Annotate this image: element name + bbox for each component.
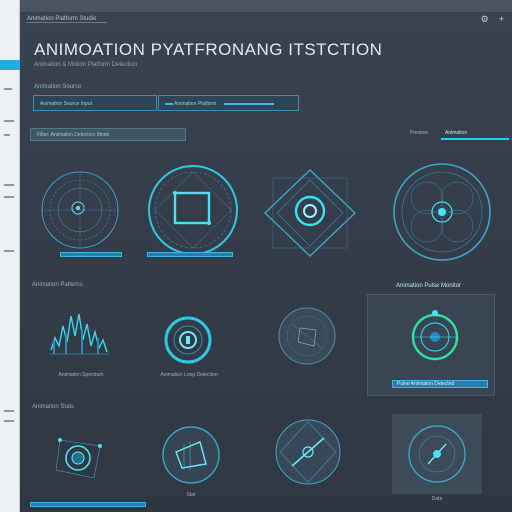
frame-visual[interactable] (270, 414, 346, 490)
browser-tab[interactable]: Animation Platform Studio (27, 15, 107, 23)
hexagonal-motion-card[interactable] (387, 160, 497, 264)
strip-item[interactable] (4, 88, 12, 90)
stat-ring-icon (162, 426, 220, 484)
field-marker (165, 102, 173, 105)
form-section-label: Animation Source (34, 84, 82, 90)
orb-icon (278, 307, 336, 365)
loop-detection-visual[interactable] (162, 314, 214, 366)
section-label-primary: Animation Patterns (32, 282, 83, 288)
network-icon (55, 438, 102, 479)
view-tabs: Preview Animation (400, 128, 510, 144)
stat-caption: Stat (186, 492, 196, 498)
data-caption: Data (431, 496, 443, 502)
circular-motion-icon (41, 171, 119, 249)
compass-icon (275, 419, 341, 485)
filter-bar[interactable]: Filter: Animation Detection Mode (30, 128, 186, 141)
selection-bar[interactable] (60, 252, 122, 257)
window-title-bar (20, 0, 512, 12)
platform-select[interactable]: Animation Platform (158, 95, 299, 111)
data-orb-icon (392, 414, 482, 494)
hexagonal-motion-icon (393, 163, 491, 261)
add-icon[interactable]: + (499, 14, 504, 25)
strip-item[interactable] (4, 120, 14, 122)
section-label-secondary: Animation Stats (32, 404, 75, 410)
strip-item[interactable] (4, 420, 14, 422)
data-visual[interactable] (392, 414, 482, 494)
loop-caption: Animation Loop Detection (160, 372, 218, 378)
strip-item[interactable] (4, 184, 14, 186)
page-subtitle: Animation & Motion Platform Detection (34, 62, 138, 68)
spectrum-icon (49, 313, 109, 355)
source-input[interactable]: Animation Source Input (33, 95, 157, 111)
pulse-panel-header: Animation Pulse Monitor (396, 283, 462, 289)
active-indicator (0, 60, 20, 70)
strip-item[interactable] (4, 410, 14, 412)
loop-target-icon (164, 316, 212, 364)
frame-capture-visual[interactable] (272, 304, 342, 368)
window-controls: ⚙ + (481, 14, 504, 25)
settings-icon[interactable]: ⚙ (481, 14, 489, 25)
tab-animation[interactable]: Animation (441, 128, 509, 140)
page-title: ANIMOATION PYATFRONANG ITSTCTION (34, 40, 383, 59)
browser-side-strip (0, 0, 20, 512)
frame-node-visual[interactable] (50, 430, 106, 486)
square-motion-card[interactable] (143, 160, 243, 260)
timeline-bar[interactable] (30, 502, 146, 507)
stat-visual[interactable] (160, 424, 222, 486)
pulse-status-bar[interactable]: Pulse Animation Detected (392, 380, 488, 388)
strip-item[interactable] (4, 134, 10, 136)
pulse-monitor-visual[interactable] (405, 305, 465, 367)
spectrum-chart[interactable] (45, 306, 113, 362)
focus-target-card[interactable] (255, 166, 365, 260)
strip-item[interactable] (4, 250, 14, 252)
focus-target-icon (263, 169, 357, 257)
field-progress (223, 102, 274, 105)
square-motion-icon (148, 165, 238, 255)
spectrum-caption: Animation Spectrum (58, 372, 104, 378)
circular-motion-card[interactable] (30, 160, 130, 260)
tab-preview[interactable]: Preview (406, 128, 432, 138)
pulse-icon (411, 310, 459, 361)
strip-item[interactable] (4, 196, 14, 198)
selection-bar[interactable] (147, 252, 233, 257)
